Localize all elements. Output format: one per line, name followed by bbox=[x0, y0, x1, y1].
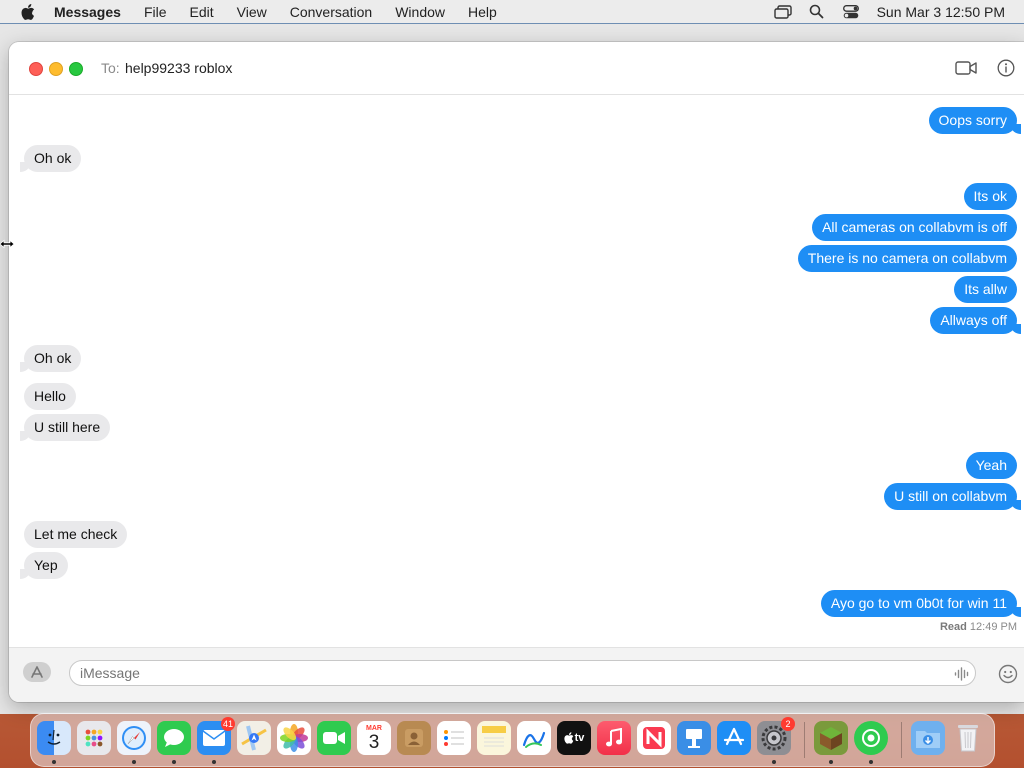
message-bubble-incoming[interactable]: U still here bbox=[19, 414, 111, 441]
keynote-icon[interactable] bbox=[677, 721, 711, 755]
emoji-picker-icon[interactable] bbox=[997, 663, 1019, 685]
message-bubble-outgoing[interactable]: Allways off bbox=[930, 307, 1021, 334]
conversation-transcript: Oops sorry Oh ok Its ok All cameras on c… bbox=[9, 95, 1024, 647]
freeform-icon[interactable] bbox=[517, 721, 551, 755]
menu-conversation[interactable]: Conversation bbox=[290, 4, 373, 20]
running-indicator bbox=[869, 760, 873, 764]
running-indicator bbox=[772, 760, 776, 764]
message-bubble-outgoing[interactable]: All cameras on collabvm is off bbox=[812, 214, 1017, 241]
mail-icon[interactable]: 41 bbox=[197, 717, 235, 755]
running-indicator bbox=[52, 760, 56, 764]
apple-tv-label: tv bbox=[574, 732, 585, 744]
read-receipt-label: Read bbox=[939, 621, 967, 633]
calendar-day: 3 bbox=[368, 731, 380, 753]
find-my-icon[interactable] bbox=[854, 721, 888, 755]
running-indicator bbox=[172, 760, 176, 764]
running-indicator bbox=[132, 760, 136, 764]
apple-menu-icon[interactable] bbox=[18, 2, 38, 22]
menu-view[interactable]: View bbox=[237, 4, 267, 20]
contacts-icon[interactable] bbox=[397, 721, 431, 755]
minimize-window-button[interactable] bbox=[49, 62, 63, 76]
launchpad-icon[interactable] bbox=[77, 721, 111, 755]
safari-icon[interactable] bbox=[117, 721, 151, 755]
message-bubble-outgoing[interactable]: U still on collabvm bbox=[884, 483, 1021, 510]
trash-icon[interactable] bbox=[951, 721, 985, 755]
message-bubble-incoming[interactable]: Yep bbox=[20, 552, 68, 579]
facetime-video-icon[interactable] bbox=[955, 58, 977, 78]
message-bubble-outgoing[interactable]: Ayo go to vm 0b0t for win 11 bbox=[820, 590, 1022, 617]
calendar-icon[interactable]: MAR 3 bbox=[357, 721, 391, 755]
menu-edit[interactable]: Edit bbox=[190, 4, 214, 20]
dock-separator bbox=[901, 722, 902, 758]
conversation-header: To: help99233 roblox bbox=[9, 42, 1024, 95]
music-icon[interactable] bbox=[597, 721, 631, 755]
message-bubble-outgoing[interactable]: Its allw bbox=[954, 276, 1017, 303]
maps-icon[interactable] bbox=[237, 721, 271, 755]
apple-tv-icon[interactable]: tv bbox=[557, 721, 591, 755]
menu-window[interactable]: Window bbox=[395, 4, 445, 20]
resize-cursor-icon bbox=[0, 237, 15, 251]
running-indicator bbox=[212, 760, 216, 764]
notes-icon[interactable] bbox=[477, 721, 511, 755]
reminders-icon[interactable] bbox=[437, 721, 471, 755]
dock-separator bbox=[804, 722, 805, 758]
news-icon[interactable] bbox=[637, 721, 671, 755]
mail-unread-badge: 41 bbox=[221, 717, 235, 731]
info-icon[interactable] bbox=[995, 58, 1017, 78]
settings-update-badge: 2 bbox=[781, 717, 795, 731]
messages-app-icon[interactable] bbox=[157, 721, 191, 755]
menu-app-messages[interactable]: Messages bbox=[54, 4, 121, 20]
photos-icon[interactable] bbox=[277, 721, 311, 755]
recipient-name[interactable]: help99233 roblox bbox=[125, 60, 232, 76]
menu-help[interactable]: Help bbox=[468, 4, 497, 20]
message-input[interactable] bbox=[69, 660, 976, 686]
audio-message-icon[interactable] bbox=[953, 665, 971, 683]
message-bubble-incoming[interactable]: Oh ok bbox=[19, 345, 82, 372]
message-bubble-incoming[interactable]: Oh ok bbox=[19, 145, 82, 172]
app-store-apps-button[interactable] bbox=[23, 662, 51, 682]
message-bubble-outgoing[interactable]: There is no camera on collabvm bbox=[797, 245, 1017, 272]
zoom-window-button[interactable] bbox=[69, 62, 83, 76]
app-store-icon[interactable] bbox=[717, 721, 751, 755]
minecraft-icon[interactable] bbox=[814, 721, 848, 755]
message-bubble-outgoing[interactable]: Its ok bbox=[963, 183, 1017, 210]
facetime-icon[interactable] bbox=[317, 721, 351, 755]
menubar-clock[interactable]: Sun Mar 3 12:50 PM bbox=[877, 4, 1005, 20]
close-window-button[interactable] bbox=[29, 62, 43, 76]
running-indicator bbox=[829, 760, 833, 764]
system-settings-icon[interactable]: 2 bbox=[757, 717, 795, 755]
menu-file[interactable]: File bbox=[144, 4, 167, 20]
message-bubble-outgoing[interactable]: Oops sorry bbox=[928, 107, 1022, 134]
menu-bar: Messages File Edit View Conversation Win… bbox=[0, 0, 1024, 23]
screen-mirroring-icon[interactable] bbox=[773, 2, 793, 22]
downloads-folder-icon[interactable] bbox=[911, 721, 945, 755]
message-bubble-incoming[interactable]: Let me check bbox=[24, 521, 128, 548]
control-center-icon[interactable] bbox=[841, 2, 861, 22]
spotlight-search-icon[interactable] bbox=[807, 2, 827, 22]
message-bubble-incoming[interactable]: Hello bbox=[24, 383, 76, 410]
dock: 41 MAR 3 tv 2 bbox=[30, 713, 995, 767]
messages-window: To: help99233 roblox Oops sorry Oh ok It… bbox=[9, 42, 1024, 702]
compose-bar bbox=[9, 647, 1024, 702]
message-bubble-outgoing[interactable]: Yeah bbox=[965, 452, 1017, 479]
read-receipt-time: 12:49 PM bbox=[969, 621, 1017, 633]
finder-icon[interactable] bbox=[37, 721, 71, 755]
read-receipt: Read 12:49 PM bbox=[940, 621, 1017, 633]
to-label: To: bbox=[101, 60, 120, 76]
